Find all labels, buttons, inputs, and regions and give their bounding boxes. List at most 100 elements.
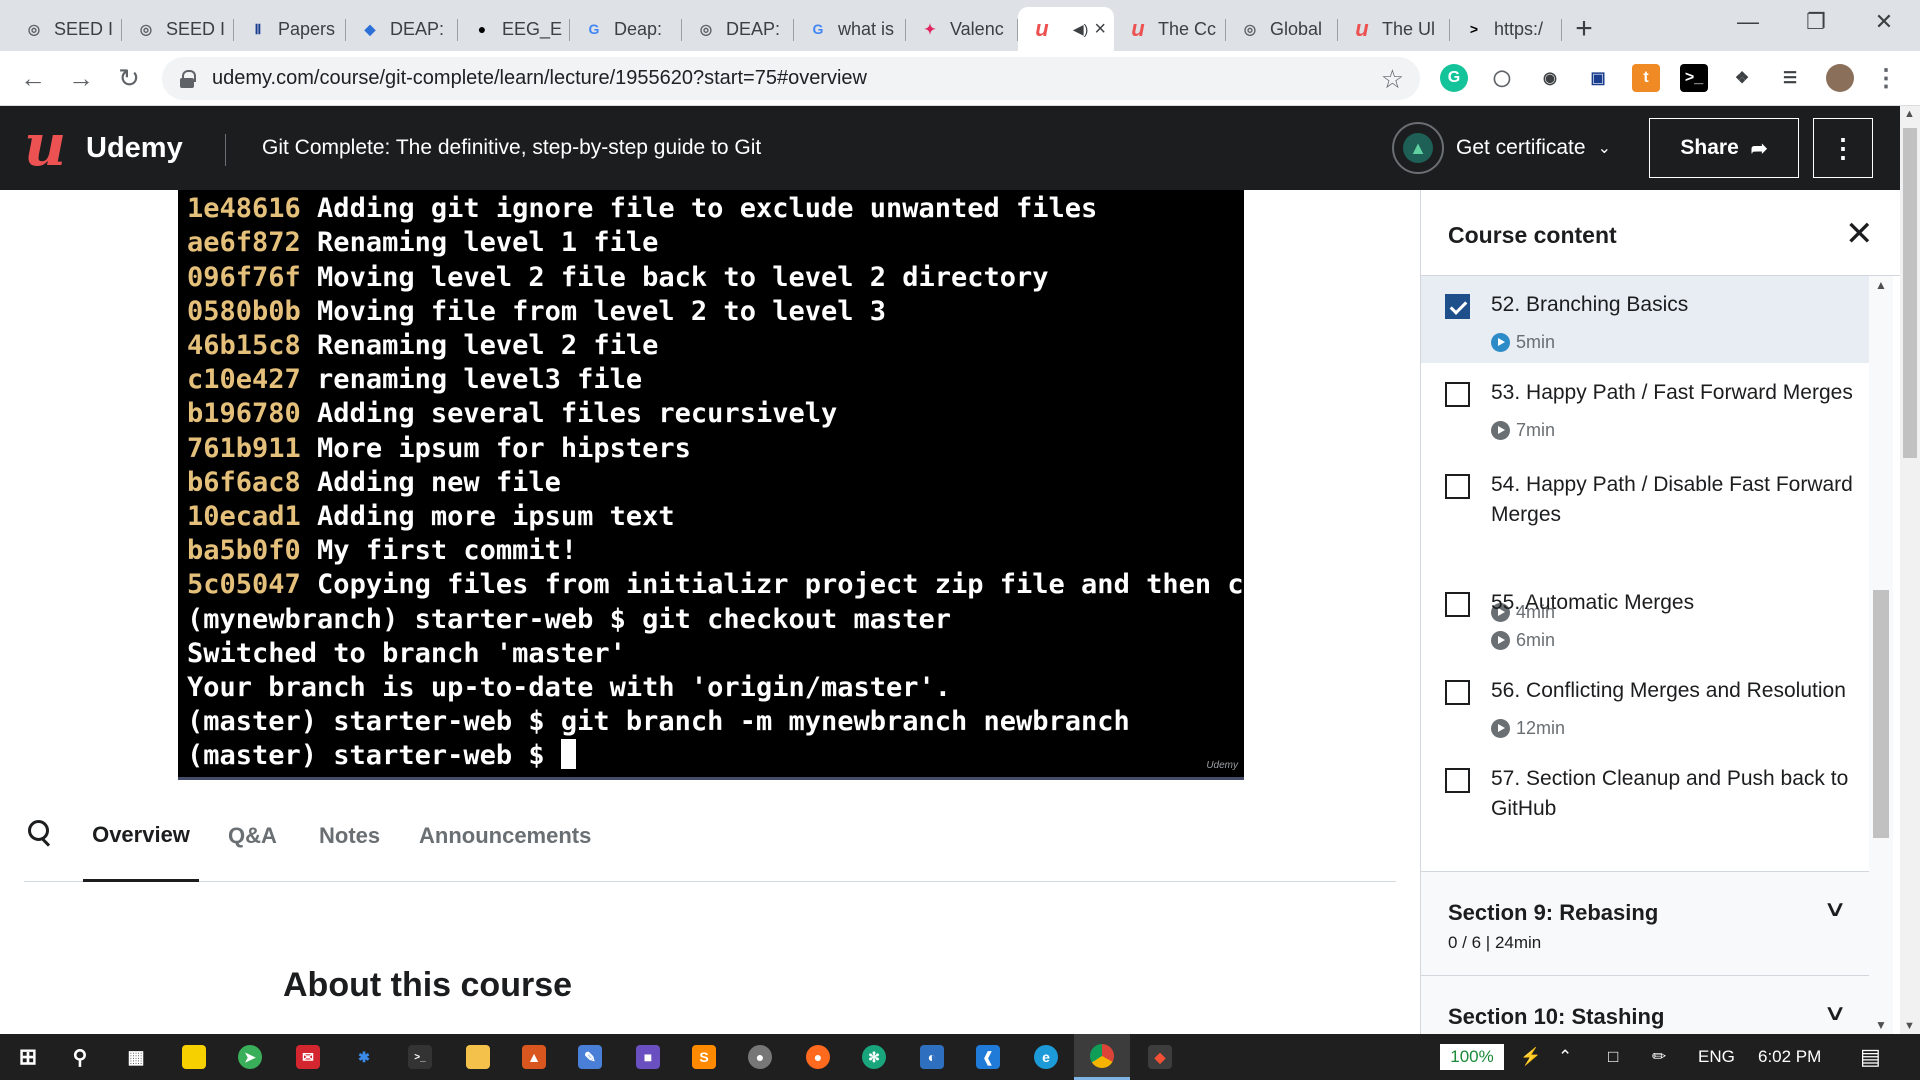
browser-tab[interactable]: ◎ Global bbox=[1226, 7, 1338, 51]
puzzle-extensions-icon[interactable]: ❖ bbox=[1728, 64, 1756, 92]
tab-announcements[interactable]: Announcements bbox=[419, 790, 591, 882]
git-icon[interactable]: ◆ bbox=[1132, 1034, 1188, 1080]
browser-tab[interactable]: G Deap: bbox=[570, 7, 682, 51]
back-icon[interactable]: ← bbox=[16, 61, 50, 95]
restore-button[interactable]: ❐ bbox=[1782, 0, 1850, 44]
browser-tab[interactable]: > https:/ bbox=[1450, 7, 1562, 51]
notifications-icon[interactable]: ▤ bbox=[1860, 1034, 1881, 1080]
mail-icon[interactable]: ✉ bbox=[280, 1034, 336, 1080]
minimize-button[interactable]: — bbox=[1714, 0, 1782, 44]
section-header[interactable]: Section 9: Rebasing 0 / 6 | 24min ∨ bbox=[1421, 871, 1869, 975]
search-icon[interactable]: ⚲ bbox=[52, 1034, 108, 1080]
browser-tab[interactable]: ◎ SEED I bbox=[10, 7, 122, 51]
purple-app-icon[interactable]: ■ bbox=[620, 1034, 676, 1080]
chevron-down-icon[interactable]: ∨ bbox=[1823, 1000, 1847, 1026]
browser-tab[interactable]: u ◀) × bbox=[1018, 7, 1114, 51]
chrome-icon[interactable] bbox=[1074, 1034, 1130, 1080]
power-plug-icon[interactable]: ⚡ bbox=[1520, 1034, 1541, 1080]
browser-tab[interactable]: Gwhat is bbox=[794, 7, 906, 51]
tab-qa[interactable]: Q&A bbox=[228, 790, 277, 882]
page-scroll-up-icon[interactable]: ▲ bbox=[1904, 108, 1915, 120]
browser-tab[interactable]: ◎ SEED I bbox=[122, 7, 234, 51]
close-tab-icon[interactable]: × bbox=[1094, 18, 1106, 41]
new-tab-button[interactable]: + bbox=[1562, 7, 1606, 51]
browser-tab[interactable]: u The Cc bbox=[1114, 7, 1226, 51]
browser-tab[interactable]: ● EEG_E bbox=[458, 7, 570, 51]
sublime-text-icon[interactable]: S bbox=[676, 1034, 732, 1080]
close-window-button[interactable]: ✕ bbox=[1850, 0, 1918, 44]
search-icon[interactable] bbox=[28, 820, 54, 846]
task-view-icon[interactable]: ▦ bbox=[108, 1034, 164, 1080]
bluetooth-icon[interactable]: ✱ bbox=[336, 1034, 392, 1080]
course-title[interactable]: Git Complete: The definitive, step-by-st… bbox=[262, 106, 761, 190]
clock-time[interactable]: 6:02 PM bbox=[1758, 1034, 1821, 1080]
tab-notes[interactable]: Notes bbox=[319, 790, 380, 882]
lecture-checkbox[interactable] bbox=[1445, 680, 1470, 705]
chatgpt-icon[interactable]: ✻ bbox=[846, 1034, 902, 1080]
profile-avatar[interactable] bbox=[1826, 64, 1854, 92]
lecture-checkbox[interactable] bbox=[1445, 382, 1470, 407]
chevron-down-icon[interactable]: ∨ bbox=[1823, 896, 1847, 922]
matlab-icon[interactable]: ▲ bbox=[506, 1034, 562, 1080]
media-queue-icon[interactable]: ☰ bbox=[1776, 64, 1804, 92]
telegram-icon[interactable]: ➤ bbox=[222, 1034, 278, 1080]
browser-tab[interactable]: ◎ DEAP: bbox=[682, 7, 794, 51]
file-explorer-icon[interactable] bbox=[450, 1034, 506, 1080]
get-certificate-button[interactable]: ▲ Get certificate ⌄ bbox=[1392, 122, 1611, 174]
browser-tab[interactable]: Ⅱ Papers bbox=[234, 7, 346, 51]
network-app-icon[interactable]: ◐ bbox=[904, 1034, 960, 1080]
battery-percentage[interactable]: 100% bbox=[1440, 1044, 1504, 1070]
lecture-checkbox-checked[interactable] bbox=[1445, 294, 1470, 319]
paint-app-icon[interactable]: ✎ bbox=[562, 1034, 618, 1080]
tray-expand-icon[interactable]: ⌃ bbox=[1558, 1034, 1572, 1080]
browser-tab[interactable]: ◆ DEAP: bbox=[346, 7, 458, 51]
section-header[interactable]: Section 10: Stashing ∨ bbox=[1421, 975, 1869, 1034]
language-indicator[interactable]: ENG bbox=[1698, 1034, 1735, 1080]
translate-globe-icon[interactable]: ◯ bbox=[1488, 64, 1516, 92]
lecture-checkbox[interactable] bbox=[1445, 768, 1470, 793]
screen-share-icon[interactable]: ▣ bbox=[1584, 64, 1612, 92]
bookmark-star-icon[interactable]: ☆ bbox=[1381, 64, 1404, 95]
grammarly-icon[interactable]: G bbox=[1440, 64, 1468, 92]
network-icon[interactable]: □ bbox=[1608, 1034, 1618, 1080]
terminal-extension-icon[interactable]: >_ bbox=[1680, 64, 1708, 92]
video-player[interactable]: 7ab3e2e Excluding log file directory 1e4… bbox=[0, 190, 1420, 790]
lecture-item[interactable]: 52. Branching Basics 5min bbox=[1421, 276, 1869, 364]
udemy-logo[interactable]: u Udemy bbox=[24, 116, 183, 174]
lecture-item[interactable]: 54. Happy Path / Disable Fast Forward Me… bbox=[1421, 456, 1869, 622]
forward-icon[interactable]: → bbox=[64, 61, 98, 95]
lecture-item[interactable]: 56. Conflicting Merges and Resolution 12m… bbox=[1421, 662, 1869, 750]
sidebar-scroll-thumb[interactable] bbox=[1873, 590, 1889, 838]
windows-start-icon[interactable]: ⊞ bbox=[0, 1034, 56, 1080]
more-options-button[interactable]: ⋮ bbox=[1813, 118, 1873, 178]
tab-overview[interactable]: Overview bbox=[83, 790, 199, 882]
browser-tab[interactable]: u The Ul bbox=[1338, 7, 1450, 51]
terminal-app-icon[interactable]: >_ bbox=[392, 1034, 448, 1080]
share-button[interactable]: Share ➦ bbox=[1649, 118, 1799, 178]
lecture-item[interactable]: 57. Section Cleanup and Push back to Git… bbox=[1421, 750, 1869, 916]
sidebar-scrollbar[interactable]: ▲ ▼ bbox=[1869, 276, 1893, 1034]
page-scroll-down-icon[interactable]: ▼ bbox=[1904, 1020, 1915, 1032]
page-scrollbar[interactable]: ▲ ▼ bbox=[1900, 106, 1920, 1034]
reload-icon[interactable]: ↻ bbox=[112, 61, 146, 95]
lecture-checkbox[interactable] bbox=[1445, 474, 1470, 499]
lecture-checkbox[interactable] bbox=[1445, 592, 1470, 617]
firefox-icon[interactable]: ● bbox=[790, 1034, 846, 1080]
pen-icon[interactable]: ✏ bbox=[1652, 1034, 1666, 1080]
browser-tab[interactable]: ✦ Valenc bbox=[906, 7, 1018, 51]
chrome-menu-icon[interactable]: ⋮ bbox=[1872, 64, 1900, 92]
close-sidebar-icon[interactable]: ✕ bbox=[1845, 214, 1874, 254]
edge-icon[interactable]: e bbox=[1018, 1034, 1074, 1080]
audio-playing-icon[interactable]: ◀) bbox=[1073, 21, 1088, 38]
vscode-icon[interactable]: ❰ bbox=[960, 1034, 1016, 1080]
scroll-up-arrow-icon[interactable]: ▲ bbox=[1875, 278, 1887, 292]
github-desktop-icon[interactable]: ● bbox=[732, 1034, 788, 1080]
sticky-notes-icon[interactable] bbox=[166, 1034, 222, 1080]
orange-extension-icon[interactable]: t bbox=[1632, 64, 1660, 92]
extension-circle-icon[interactable]: ◉ bbox=[1536, 64, 1564, 92]
scroll-down-arrow-icon[interactable]: ▼ bbox=[1875, 1018, 1887, 1032]
lecture-item[interactable]: 55. Automatic Merges 6min bbox=[1421, 574, 1869, 662]
address-bar[interactable]: udemy.com/course/git-complete/learn/lect… bbox=[162, 57, 1420, 100]
page-scroll-thumb[interactable] bbox=[1903, 128, 1917, 458]
lecture-item[interactable]: 53. Happy Path / Fast Forward Merges 7min bbox=[1421, 364, 1869, 456]
